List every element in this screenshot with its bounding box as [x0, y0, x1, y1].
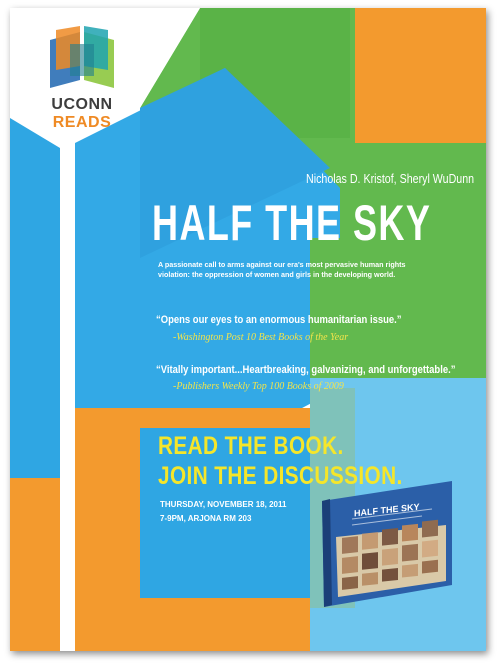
logo-text-reads: READS: [52, 114, 112, 131]
logo-text-uconn: UCONN: [51, 96, 113, 113]
open-book-icon: [50, 26, 114, 88]
book-cover-image: HALF THE SKY: [312, 481, 458, 607]
book-title: HALF THE SKY: [152, 195, 432, 251]
book-blurb: A passionate call to arms against our er…: [158, 260, 406, 279]
event-date: THURSDAY, NOVEMBER 18, 2011: [160, 500, 287, 509]
book-authors: Nicholas D. Kristof, Sheryl WuDunn: [306, 171, 475, 186]
review-source-2: -Publishers Weekly Top 100 Books of 2009: [173, 381, 344, 392]
review-quote-2: “Vitally important...Heartbreaking, galv…: [156, 364, 456, 376]
poster: UCONN READS Nicholas D. Kristof, Sheryl …: [10, 8, 486, 651]
event-time-place: 7-9PM, ARJONA RM 203: [160, 514, 252, 523]
uconn-reads-logo: UCONN READS: [42, 26, 122, 131]
review-quote-1: “Opens our eyes to an enormous humanitar…: [156, 314, 402, 326]
review-source-1: -Washington Post 10 Best Books of the Ye…: [173, 332, 349, 343]
cta-read-book: READ THE BOOK.: [158, 432, 344, 460]
